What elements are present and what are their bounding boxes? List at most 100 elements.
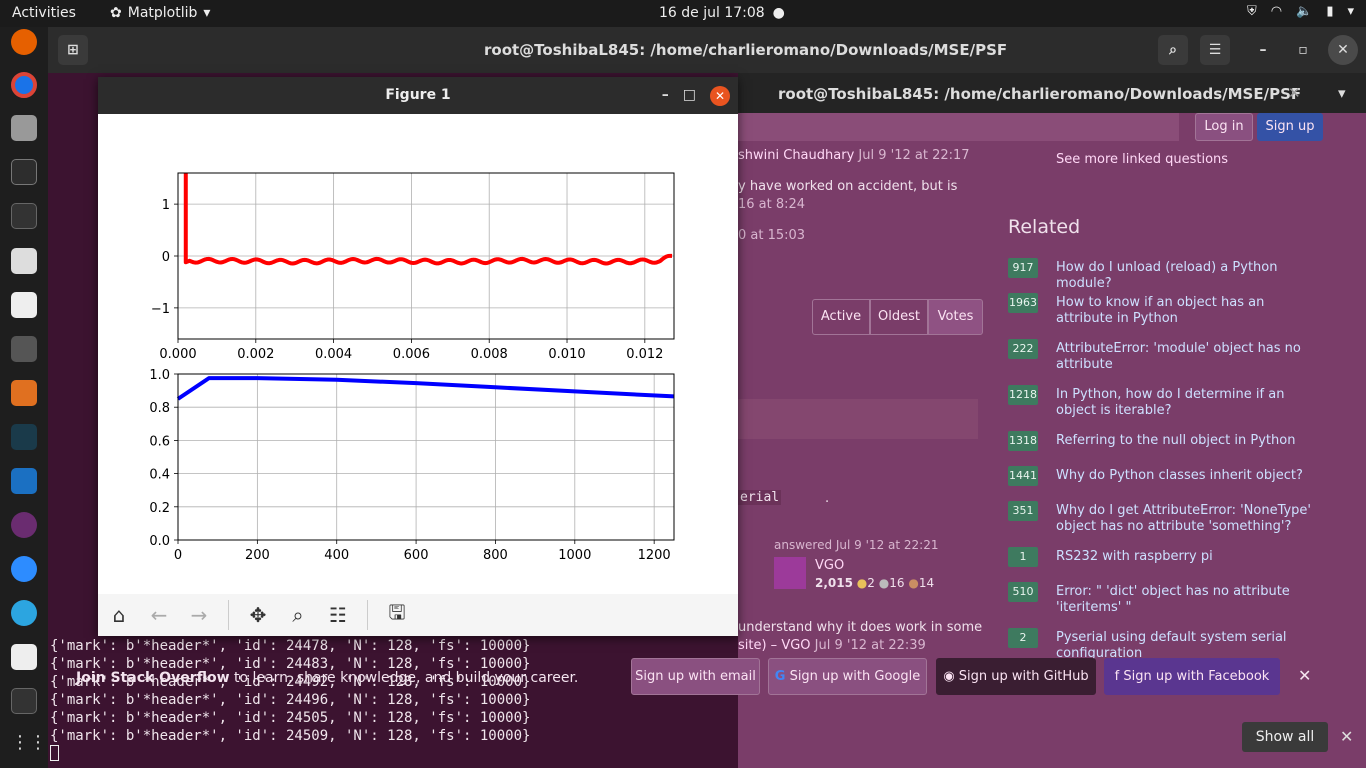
terminal2-icon[interactable] xyxy=(11,688,37,714)
comment-link[interactable]: site) – VGO xyxy=(738,638,811,653)
zoom-icon[interactable]: ⌕ xyxy=(287,603,309,627)
facebook-label: Sign up with Facebook xyxy=(1123,669,1270,684)
related-link[interactable]: AttributeError: 'module' object has no a… xyxy=(1056,341,1316,373)
signup-github-button[interactable]: ◉ Sign up with GitHub xyxy=(936,658,1096,695)
user-link[interactable]: VGO xyxy=(815,558,844,573)
ide-icon[interactable] xyxy=(11,424,37,450)
slack-icon[interactable] xyxy=(11,512,37,538)
telegram-icon[interactable] xyxy=(11,600,37,626)
maximize-icon[interactable]: □ xyxy=(683,77,696,114)
todo-icon[interactable] xyxy=(11,644,37,670)
google-icon: G xyxy=(774,669,786,684)
text-editor-icon[interactable] xyxy=(11,292,37,318)
rep-value: 2,015 xyxy=(815,576,853,590)
related-link[interactable]: How do I unload (reload) a Python module… xyxy=(1056,260,1316,292)
banner-close-icon[interactable]: ✕ xyxy=(1298,666,1311,685)
minimize-icon[interactable]: – xyxy=(1248,35,1278,65)
y-tick-label: 0.0 xyxy=(149,534,170,549)
terminal-icon[interactable] xyxy=(11,203,37,229)
pan-icon[interactable]: ✥ xyxy=(247,603,269,627)
comment-user[interactable]: shwini Chaudhary xyxy=(738,148,854,163)
sort-votes[interactable]: Votes xyxy=(928,299,983,335)
battery-icon: ▮ xyxy=(1326,4,1334,19)
login-button[interactable]: Log in xyxy=(1195,113,1253,141)
toolbar-separator xyxy=(228,600,229,630)
y-tick-label: 0.4 xyxy=(149,468,170,483)
sort-active[interactable]: Active xyxy=(812,299,870,335)
related-votes: 510 xyxy=(1008,582,1038,602)
tab-title: root@ToshibaL845: /home/charlieromano/Do… xyxy=(778,85,1302,103)
signup-google-button[interactable]: G Sign up with Google xyxy=(768,658,927,695)
close-icon[interactable]: ✕ xyxy=(1328,35,1358,65)
notification-close-icon[interactable]: ✕ xyxy=(1340,727,1353,746)
related-votes: 1963 xyxy=(1008,293,1038,313)
related-votes: 1318 xyxy=(1008,431,1038,451)
home-icon[interactable]: ⌂ xyxy=(108,603,130,627)
y-tick-label: 1.0 xyxy=(149,368,170,383)
comment-date: Jul 9 '12 at 22:39 xyxy=(814,638,926,653)
signup-email-button[interactable]: Sign up with email xyxy=(631,658,760,695)
search-icon[interactable]: ⌕ xyxy=(1158,35,1188,65)
signup-button[interactable]: Sign up xyxy=(1257,113,1323,141)
bronze-badge-icon: ● xyxy=(908,576,919,590)
related-heading: Related xyxy=(1008,216,1081,238)
avatar[interactable] xyxy=(774,557,806,589)
app-grid-icon[interactable]: ⋮⋮ xyxy=(11,732,47,758)
related-link[interactable]: Why do I get AttributeError: 'NoneType' … xyxy=(1056,503,1316,535)
close-icon[interactable]: ✕ xyxy=(710,85,730,106)
forward-icon[interactable]: → xyxy=(188,603,210,627)
x-tick-label: 0.010 xyxy=(548,347,585,362)
firefox-icon[interactable] xyxy=(11,29,37,55)
series-line xyxy=(183,173,673,266)
comment-text: y have worked on accident, but is xyxy=(738,179,958,194)
document-viewer-icon[interactable] xyxy=(11,248,37,274)
related-link[interactable]: In Python, how do I determine if an obje… xyxy=(1056,387,1316,419)
files-icon[interactable] xyxy=(11,115,37,141)
maximize-icon[interactable]: ▫ xyxy=(1288,35,1318,65)
terminal-titlebar: ⊞ root@ToshibaL845: /home/charlieromano/… xyxy=(48,27,1366,73)
system-tray[interactable]: ⛨ ◠ 🔈 ▮ ▾ xyxy=(1247,4,1354,19)
comment-date: Jul 9 '12 at 22:17 xyxy=(858,148,970,163)
figure-title: Figure 1 xyxy=(385,87,451,103)
activities-button[interactable]: Activities xyxy=(12,5,76,21)
back-icon[interactable]: ← xyxy=(148,603,170,627)
related-link[interactable]: How to know if an object has an attribut… xyxy=(1056,295,1316,327)
related-votes: 2 xyxy=(1008,628,1038,648)
system-monitor-icon[interactable] xyxy=(11,159,37,185)
so-search-box[interactable] xyxy=(738,113,1179,141)
configure-subplots-icon[interactable]: ☷ xyxy=(327,603,349,627)
waveform-icon[interactable] xyxy=(11,468,37,494)
chrome-icon[interactable] xyxy=(11,72,37,98)
facebook-icon: f xyxy=(1114,669,1120,684)
x-tick-label: 800 xyxy=(483,548,508,563)
sublime-icon[interactable] xyxy=(11,380,37,406)
related-link[interactable]: Why do Python classes inherit object? xyxy=(1056,468,1316,484)
sort-oldest[interactable]: Oldest xyxy=(870,299,928,335)
menu-icon[interactable]: ☰ xyxy=(1200,35,1230,65)
tab-close-icon[interactable]: ✕ xyxy=(1288,84,1301,102)
terminal-tab[interactable]: root@ToshibaL845: /home/charlieromano/Do… xyxy=(738,73,1366,113)
google-label: Sign up with Google xyxy=(789,669,921,684)
see-more-link[interactable]: See more linked questions xyxy=(1056,152,1228,167)
clock[interactable]: 16 de jul 17:08 ● xyxy=(659,5,785,21)
related-link[interactable]: RS232 with raspberry pi xyxy=(1056,549,1316,565)
matplotlib-icon: ✿ xyxy=(110,5,122,21)
save-icon[interactable]: 🖫 xyxy=(386,598,408,632)
zoom-icon[interactable] xyxy=(11,556,37,582)
minimize-icon[interactable]: – xyxy=(662,77,669,114)
shield-icon: ⛨ xyxy=(1247,4,1257,19)
figure-canvas[interactable]: 0.000 0.002 0.004 0.006 0.008 0.010 0.012 1 0 −1 0… xyxy=(98,114,738,594)
tab-menu-icon[interactable]: ▾ xyxy=(1338,84,1346,102)
app-menu[interactable]: ✿ Matplotlib ▾ xyxy=(110,5,210,21)
related-link[interactable]: Referring to the null object in Python xyxy=(1056,433,1316,449)
x-tick-label: 0 xyxy=(174,548,182,563)
silver-badge-count: 16 xyxy=(889,576,905,590)
signup-facebook-button[interactable]: f Sign up with Facebook xyxy=(1104,658,1280,695)
show-all-button[interactable]: Show all xyxy=(1242,722,1328,752)
new-tab-icon[interactable]: ⊞ xyxy=(58,35,88,65)
x-tick-label: 0.000 xyxy=(159,347,196,362)
gold-badge-count: 2 xyxy=(867,576,875,590)
toolbar-separator xyxy=(367,600,368,630)
tex-icon[interactable] xyxy=(11,336,37,362)
related-link[interactable]: Error: " 'dict' object has no attribute … xyxy=(1056,584,1316,616)
